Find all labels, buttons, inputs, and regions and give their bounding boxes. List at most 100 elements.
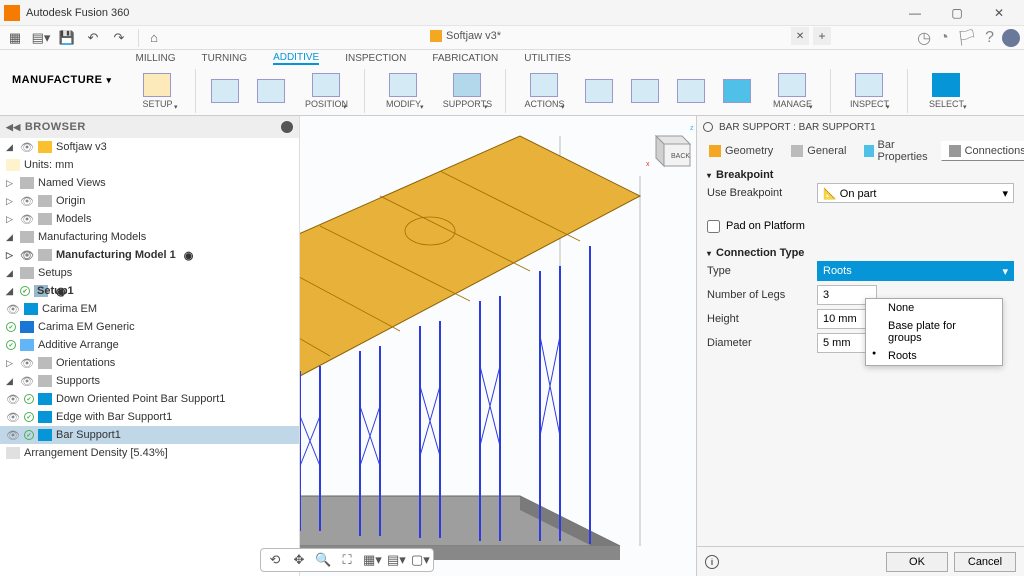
combo-type[interactable]: Roots▾ xyxy=(817,261,1014,281)
job-status-icon[interactable]: ◔ xyxy=(939,29,949,47)
save-icon[interactable]: 💾 xyxy=(56,28,78,48)
position-tool[interactable]: POSITION xyxy=(296,71,356,111)
extensions-icon[interactable]: ◷ xyxy=(917,28,931,48)
document-name: Softjaw v3* xyxy=(446,30,501,42)
nc-tool[interactable] xyxy=(624,71,666,111)
tab-milling[interactable]: MILLING xyxy=(135,53,175,64)
modify-tool[interactable]: MODIFY xyxy=(373,71,433,111)
node-models[interactable]: ▷👁Models xyxy=(0,210,299,228)
help-icon[interactable]: ? xyxy=(985,29,994,47)
svg-text:x: x xyxy=(646,161,650,168)
node-setup1[interactable]: ◢✔Setup1◉ xyxy=(0,282,299,300)
display-settings-icon[interactable]: ▦▾ xyxy=(363,552,379,568)
tab-general[interactable]: General xyxy=(783,141,854,161)
node-edge-bar-support[interactable]: 👁✔Edge with Bar Support1 xyxy=(0,408,299,426)
file-menu[interactable]: ▤▾ xyxy=(30,28,52,48)
type-dropdown: None Base plate for groups Roots xyxy=(865,298,1003,366)
supports-tool[interactable]: SUPPORTS xyxy=(437,71,497,111)
label-diameter: Diameter xyxy=(707,337,817,349)
node-carima-em[interactable]: 👁Carima EM xyxy=(0,300,299,318)
node-root[interactable]: ◢👁Softjaw v3 xyxy=(0,138,299,156)
label-height: Height xyxy=(707,313,817,325)
browser-options-icon[interactable] xyxy=(281,121,293,133)
sim-tool[interactable] xyxy=(578,71,620,111)
node-origin[interactable]: ▷👁Origin xyxy=(0,192,299,210)
viewport-icon[interactable]: ▢▾ xyxy=(411,552,427,568)
node-named-views[interactable]: ▷Named Views xyxy=(0,174,299,192)
zoom-icon[interactable]: 🔍 xyxy=(315,552,331,568)
section-breakpoint[interactable]: Breakpoint xyxy=(707,169,1014,181)
tab-bar-properties[interactable]: Bar Properties xyxy=(856,135,938,167)
user-avatar[interactable] xyxy=(1002,29,1020,47)
ok-button[interactable]: OK xyxy=(886,552,948,572)
info-icon[interactable]: i xyxy=(705,555,719,569)
node-units[interactable]: Units: mm xyxy=(0,156,299,174)
orbit-icon[interactable]: ⟲ xyxy=(267,552,283,568)
minimize-button[interactable]: — xyxy=(894,1,936,25)
browser-panel: ◀◀ BROWSER ◢👁Softjaw v3 Units: mm ▷Named… xyxy=(0,116,300,576)
ribbon: MANUFACTURE MILLING TURNING ADDITIVE INS… xyxy=(0,50,1024,116)
tab-inspection[interactable]: INSPECTION xyxy=(345,53,406,64)
node-mfg-model1[interactable]: ▷👁Manufacturing Model 1◉ xyxy=(0,246,299,264)
select-tool[interactable]: SELECT xyxy=(916,71,976,111)
post-tool[interactable] xyxy=(670,71,712,111)
panel-tabs: Geometry General Bar Properties Connecti… xyxy=(697,138,1024,164)
cancel-button[interactable]: Cancel xyxy=(954,552,1016,572)
redo-icon[interactable]: ↷ xyxy=(108,28,130,48)
view-cube[interactable]: BACK z x xyxy=(642,120,686,164)
fit-icon[interactable]: ⛶ xyxy=(339,552,355,568)
move-tool[interactable] xyxy=(204,71,246,111)
ribbon-tab-row: MILLING TURNING ADDITIVE INSPECTION FABR… xyxy=(123,50,1024,67)
tab-fabrication[interactable]: FABRICATION xyxy=(432,53,498,64)
tab-close-button[interactable]: ✕ xyxy=(791,27,809,45)
node-down-point-support[interactable]: 👁✔Down Oriented Point Bar Support1 xyxy=(0,390,299,408)
document-tab[interactable]: Softjaw v3* ✕ + xyxy=(430,27,831,45)
option-none[interactable]: None xyxy=(866,299,1002,317)
tab-utilities[interactable]: UTILITIES xyxy=(524,53,571,64)
label-type: Type xyxy=(707,265,817,277)
grid-icon[interactable]: ▤▾ xyxy=(387,552,403,568)
node-carima-generic[interactable]: ✔Carima EM Generic xyxy=(0,318,299,336)
properties-panel: BAR SUPPORT : BAR SUPPORT1 Geometry Gene… xyxy=(696,116,1024,576)
maximize-button[interactable]: ▢ xyxy=(936,1,978,25)
tab-new-button[interactable]: + xyxy=(813,27,831,45)
tab-additive[interactable]: ADDITIVE xyxy=(273,52,319,65)
title-bar: Autodesk Fusion 360 — ▢ ✕ xyxy=(0,0,1024,26)
undo-icon[interactable]: ↶ xyxy=(82,28,104,48)
pin-icon[interactable] xyxy=(703,122,713,132)
node-arrangement-density[interactable]: Arrangement Density [5.43%] xyxy=(0,444,299,462)
tab-geometry[interactable]: Geometry xyxy=(701,141,781,161)
inspect-tool[interactable]: INSPECT xyxy=(839,71,899,111)
combo-use-breakpoint[interactable]: 📐 On part▾ xyxy=(817,183,1014,203)
quick-access-bar: ▦ ▤▾ 💾 ↶ ↷ ⌂ Softjaw v3* ✕ + ◷ ◔ 🏳 ? xyxy=(0,26,1024,50)
tab-connections[interactable]: Connections xyxy=(941,141,1024,161)
manage-tool[interactable]: MANAGE xyxy=(762,71,822,111)
workspace-switcher[interactable]: MANUFACTURE xyxy=(0,50,123,115)
browser-header[interactable]: ◀◀ BROWSER xyxy=(0,116,299,138)
checkbox-pad-on-platform[interactable]: Pad on Platform xyxy=(707,215,1014,237)
actions-tool[interactable]: ACTIONS xyxy=(514,71,574,111)
view-nav-bar: ⟲ ✥ 🔍 ⛶ ▦▾ ▤▾ ▢▾ xyxy=(260,548,434,572)
home-icon[interactable]: ⌂ xyxy=(143,28,165,48)
section-connection-type[interactable]: Connection Type xyxy=(707,247,1014,259)
node-orientations[interactable]: ▷👁Orientations xyxy=(0,354,299,372)
tab-turning[interactable]: TURNING xyxy=(202,53,248,64)
node-setups[interactable]: ◢Setups xyxy=(0,264,299,282)
label-number-of-legs: Number of Legs xyxy=(707,289,817,301)
option-roots[interactable]: Roots xyxy=(866,347,1002,365)
node-supports[interactable]: ◢👁Supports xyxy=(0,372,299,390)
option-base-plate[interactable]: Base plate for groups xyxy=(866,317,1002,347)
browser-collapse-icon[interactable]: ◀◀ xyxy=(6,122,21,133)
pan-icon[interactable]: ✥ xyxy=(291,552,307,568)
label-use-breakpoint: Use Breakpoint xyxy=(707,187,817,199)
node-bar-support1[interactable]: 👁✔Bar Support1 xyxy=(0,426,299,444)
node-mfg-models[interactable]: ◢Manufacturing Models xyxy=(0,228,299,246)
notification-icon[interactable]: 🏳 xyxy=(957,28,977,48)
apps-icon[interactable]: ▦ xyxy=(4,28,26,48)
app-title: Autodesk Fusion 360 xyxy=(26,7,129,19)
setup-tool[interactable]: SETUP xyxy=(127,71,187,111)
node-additive-arrange[interactable]: ✔Additive Arrange xyxy=(0,336,299,354)
close-button[interactable]: ✕ xyxy=(978,1,1020,25)
orient-tool[interactable] xyxy=(250,71,292,111)
gcode-tool[interactable] xyxy=(716,71,758,111)
